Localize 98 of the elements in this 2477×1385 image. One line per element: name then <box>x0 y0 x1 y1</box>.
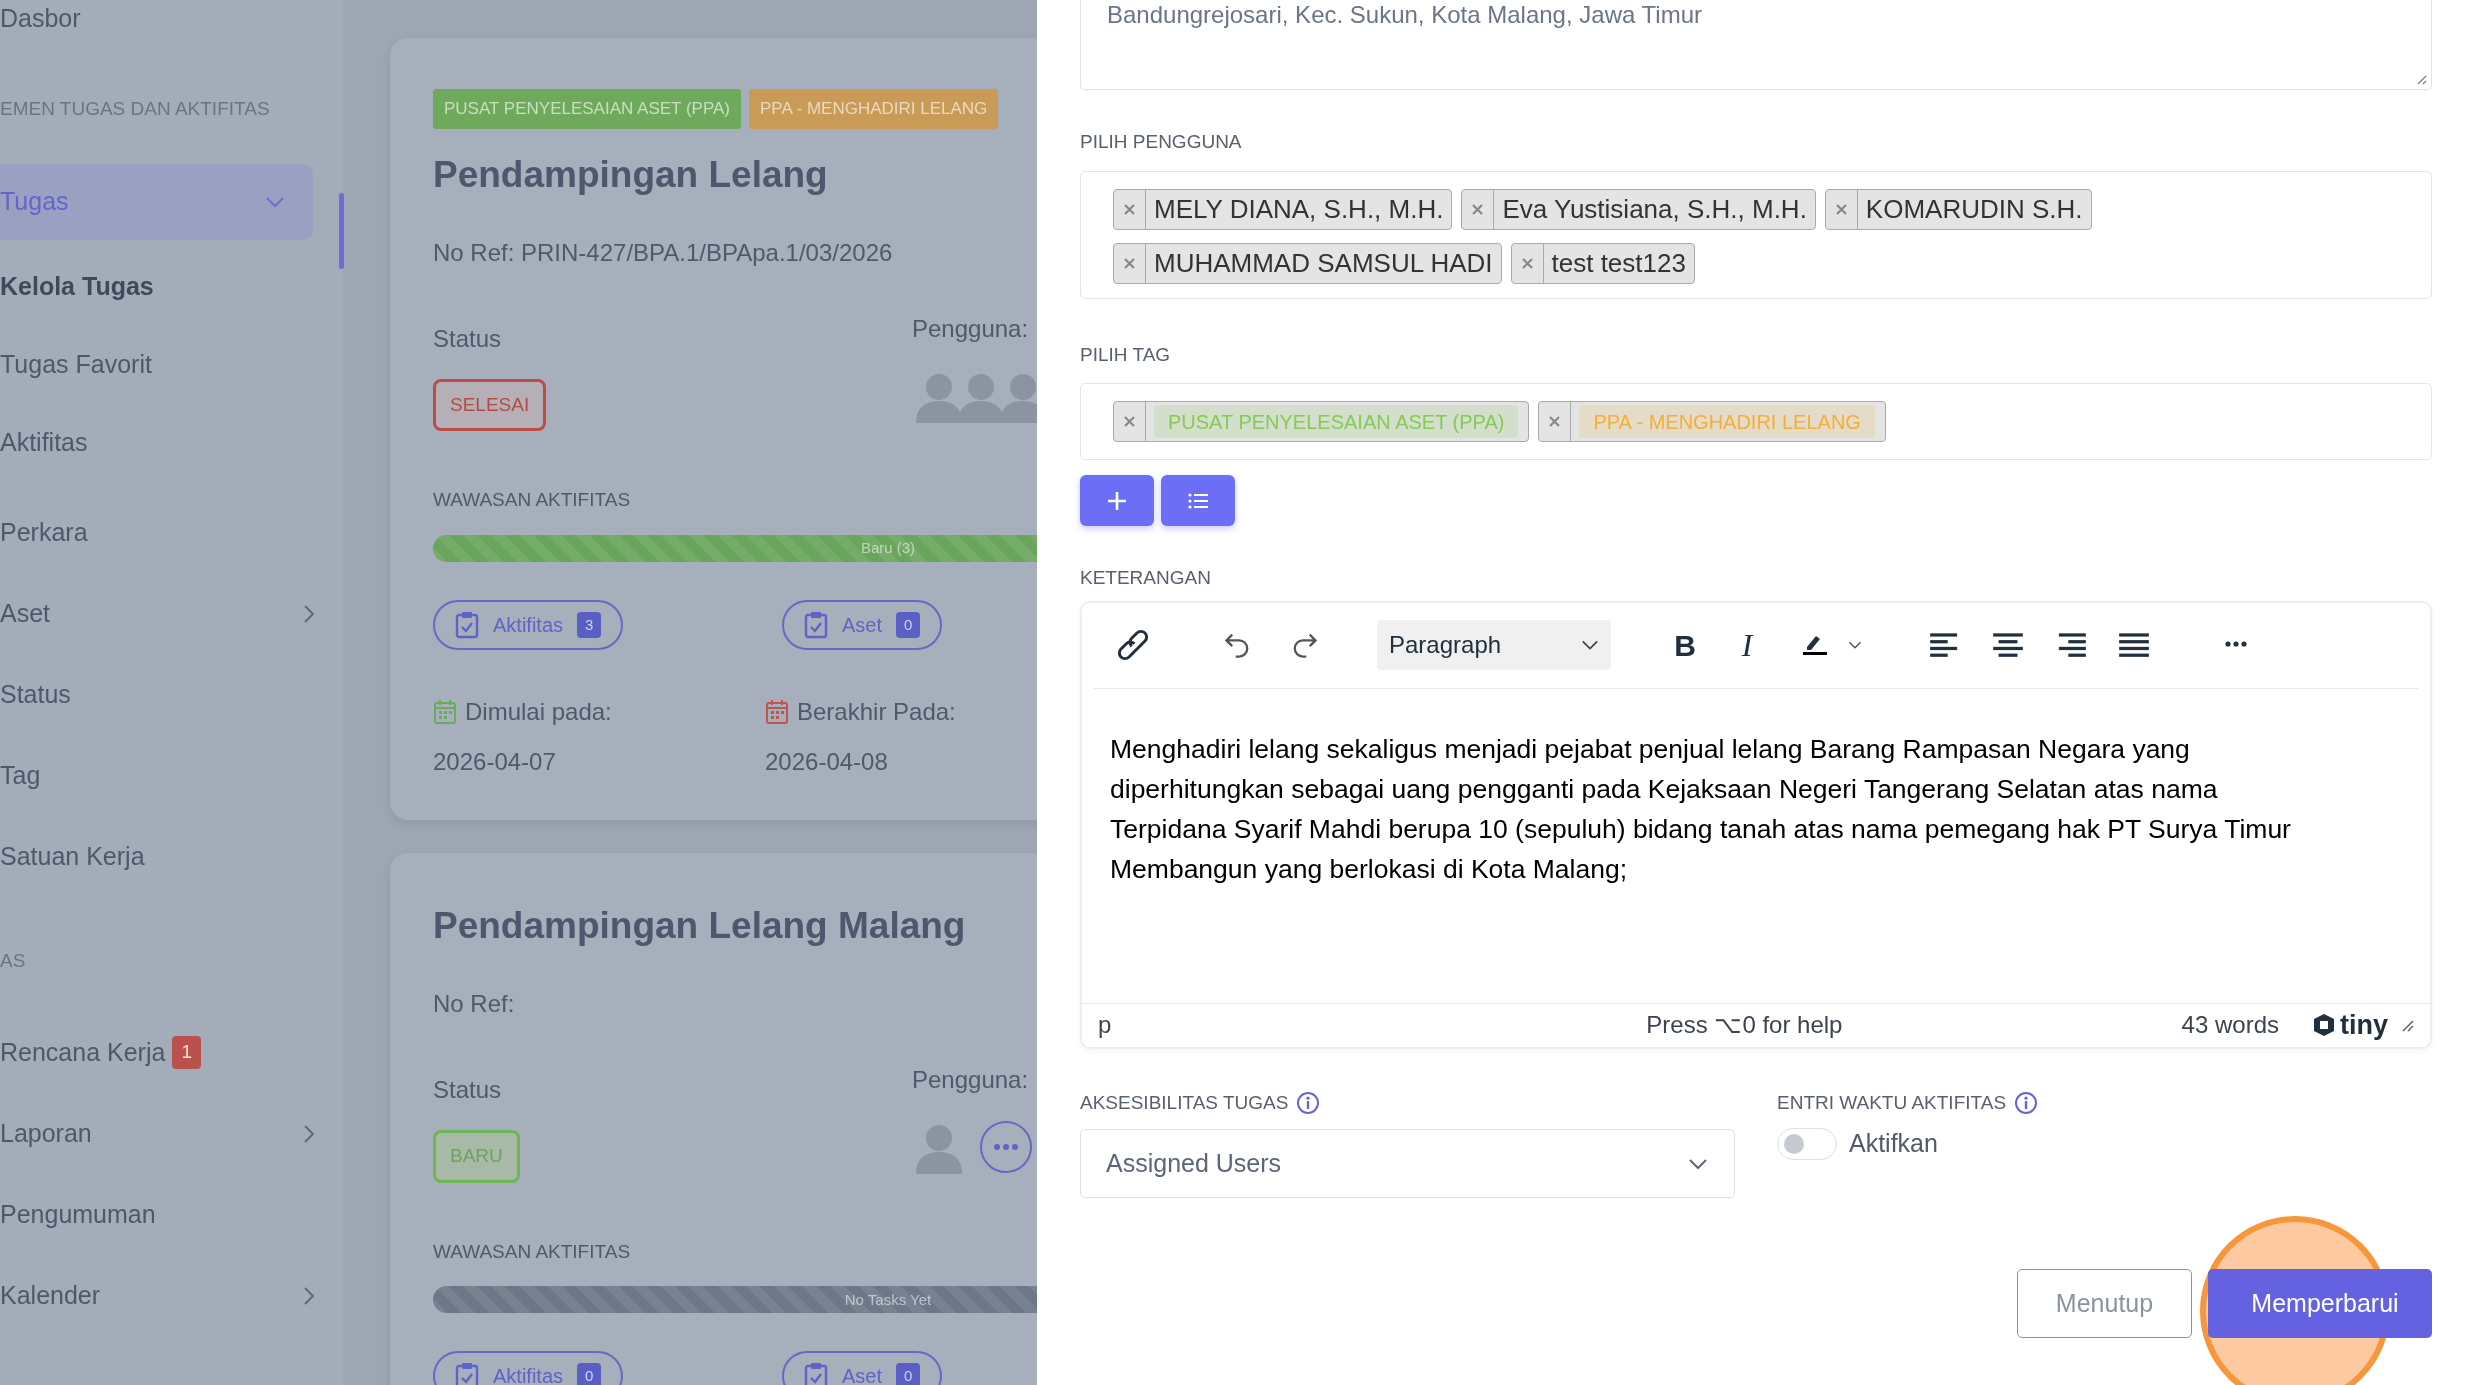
sidebar-item[interactable]: Perkara <box>0 492 343 573</box>
count-badge: 1 <box>172 1036 201 1069</box>
reference-number: No Ref: PRIN-427/BPA.1/BPApa.1/03/2026 <box>433 237 894 268</box>
info-icon <box>2014 1090 2039 1115</box>
outline-button[interactable]: Aktifitas 3 <box>433 599 624 650</box>
users-label: Pengguna: <box>912 1065 1030 1096</box>
date-label: Dimulai pada: <box>465 696 612 727</box>
close-icon <box>1124 203 1135 215</box>
status-label: Status <box>433 1075 503 1106</box>
section-label: EMEN TUGAS DAN AKTIFITAS <box>0 96 271 121</box>
align-center-icon <box>1993 631 2023 659</box>
count-badge: 0 <box>896 1363 921 1385</box>
sidebar-item[interactable]: Rencana Kerja 1 <box>0 1012 343 1093</box>
field-label: AKSESIBILITAS TUGAS <box>1080 1090 1289 1115</box>
align-right-icon <box>2056 631 2086 659</box>
status-label: Status <box>433 323 503 354</box>
access-select[interactable]: Assigned Users <box>1080 1129 1735 1198</box>
word-count: 43 words <box>2181 1010 2279 1040</box>
progress-fill: No Tasks Yet <box>433 1286 1037 1314</box>
section-label: AS <box>0 948 27 973</box>
list-icon <box>1188 492 1208 509</box>
user-chip: MUHAMMAD SAMSUL HADI <box>1113 242 1502 284</box>
sidebar-item[interactable]: Kelola Tugas <box>0 248 343 326</box>
date-value: 2026-04-07 <box>433 746 557 777</box>
user-select-field[interactable]: MELY DIANA, S.H., M.H. Eva Yustisiana, S.H., M.H. KOMARUDIN S.H. MUHAMMAD SAMSUL HADI test test123 <box>1080 170 2432 299</box>
element-path: p <box>1098 1010 1112 1040</box>
tag-badge: PUSAT PENYELESAIAN ASET (PPA) <box>433 89 741 129</box>
sidebar-item[interactable]: Satuan Kerja <box>0 816 343 897</box>
progress-fill: Baru (3) <box>433 534 1037 562</box>
tag-chip: PPA - MENGHADIRI LELANG <box>1538 401 1886 442</box>
field-label: PILIH PENGGUNA <box>1080 130 1243 154</box>
editor-text: Menghadiri lelang sekaligus menjadi pejabat penjual lelang Barang Rampasan Negara yang diperhitungkan sebagai uang pengganti pada Kejaksaan Negeri Tangerang Selatan atas nama Terpidana Syarif Mahdi berupa 10 (sepuluh) bidang tanah atas nama pemegang hak PT Surya Timur Membangun yang berlokasi di Kota Malang; <box>1110 732 2292 886</box>
clipboard-check-icon <box>804 1362 828 1385</box>
date-label: Berakhir Pada: <box>797 696 956 727</box>
clipboard-check-icon <box>455 610 479 639</box>
close-icon <box>1521 257 1533 269</box>
format-dropdown[interactable]: Paragraph <box>1377 620 1611 670</box>
close-icon <box>1549 416 1561 427</box>
clipboard-check-icon <box>455 1362 479 1385</box>
align-left-icon <box>1930 631 1960 659</box>
tag-chip: PUSAT PENYELESAIAN ASET (PPA) <box>1113 401 1530 442</box>
outline-button[interactable]: Aktifitas 0 <box>433 1351 624 1385</box>
user-chip: KOMARUDIN S.H. <box>1824 188 2092 230</box>
update-button[interactable]: Memperbarui <box>2208 1269 2432 1338</box>
toggle-label: Aktifkan <box>1849 1128 1938 1159</box>
outline-button[interactable]: Aset 0 <box>782 599 943 650</box>
resize-handle-icon <box>2400 1018 2414 1032</box>
sidebar-item[interactable]: Tugas Favorit <box>0 326 343 404</box>
close-icon <box>1124 416 1135 427</box>
bold-button[interactable]: B <box>1660 621 1710 669</box>
close-icon <box>1124 257 1135 269</box>
plus-icon <box>1107 490 1127 511</box>
field-label: KETERANGAN <box>1080 566 1212 590</box>
info-icon <box>1296 1090 1321 1115</box>
help-hint: Press ⌥0 for help <box>1646 1010 1843 1040</box>
address-field[interactable]: Bandungrejosari, Kec. Sukun, Kota Malang, Jawa Timur <box>1080 0 2432 90</box>
cube-icon <box>2313 1013 2335 1037</box>
user-chip: Eva Yustisiana, S.H., M.H. <box>1461 188 1816 230</box>
close-icon <box>1472 203 1484 215</box>
more-button[interactable] <box>980 1121 1032 1174</box>
justify-icon <box>2119 631 2149 659</box>
count-badge: 3 <box>577 611 602 639</box>
section-label: WAWASAN AKTIFITAS <box>433 488 632 513</box>
count-badge: 0 <box>577 1363 602 1385</box>
tag-badge: PPA - MENGHADIRI LELANG <box>748 89 999 129</box>
user-chip: test test123 <box>1510 242 1695 284</box>
field-label: PILIH TAG <box>1080 342 1172 367</box>
outline-button[interactable]: Aset 0 <box>782 1351 943 1385</box>
status-badge: SELESAI <box>433 378 547 432</box>
list-button[interactable] <box>1161 475 1235 526</box>
field-label: ENTRI WAKTU AKTIFITAS <box>1777 1090 2007 1115</box>
reference-number: No Ref: <box>433 989 516 1020</box>
sidebar-item[interactable]: Pengumuman <box>0 1174 343 1255</box>
sidebar-item[interactable]: Aktifitas <box>0 404 343 482</box>
ellipsis-icon <box>994 1144 1018 1151</box>
close-button[interactable]: Menutup <box>2017 1269 2192 1338</box>
toggle-switch[interactable] <box>1777 1127 1837 1160</box>
clipboard-check-icon <box>804 610 828 639</box>
users-label: Pengguna: <box>912 313 1030 344</box>
sidebar-item[interactable]: Tugas <box>0 164 313 240</box>
count-badge: 0 <box>896 611 921 639</box>
link-icon <box>1117 629 1149 661</box>
sidebar-item[interactable]: Status <box>0 654 343 735</box>
sidebar-item[interactable]: Kalender <box>0 1255 343 1336</box>
card-title: Pendampingan Lelang <box>433 152 829 197</box>
brand-logo: tiny <box>2313 1004 2388 1046</box>
italic-button[interactable]: I <box>1722 621 1772 669</box>
sidebar-item[interactable]: Tag <box>0 735 343 816</box>
user-chip: MELY DIANA, S.H., M.H. <box>1113 188 1453 230</box>
card-title: Pendampingan Lelang Malang <box>433 903 967 948</box>
close-icon <box>1835 203 1847 215</box>
status-badge: BARU <box>433 1130 520 1183</box>
sidebar-item[interactable]: Laporan <box>0 1093 343 1174</box>
section-label: WAWASAN AKTIFITAS <box>433 1239 632 1264</box>
date-value: 2026-04-08 <box>765 746 889 777</box>
sidebar-item[interactable]: Aset <box>0 573 343 654</box>
add-button[interactable] <box>1080 475 1154 526</box>
resize-handle-icon <box>2415 73 2427 85</box>
